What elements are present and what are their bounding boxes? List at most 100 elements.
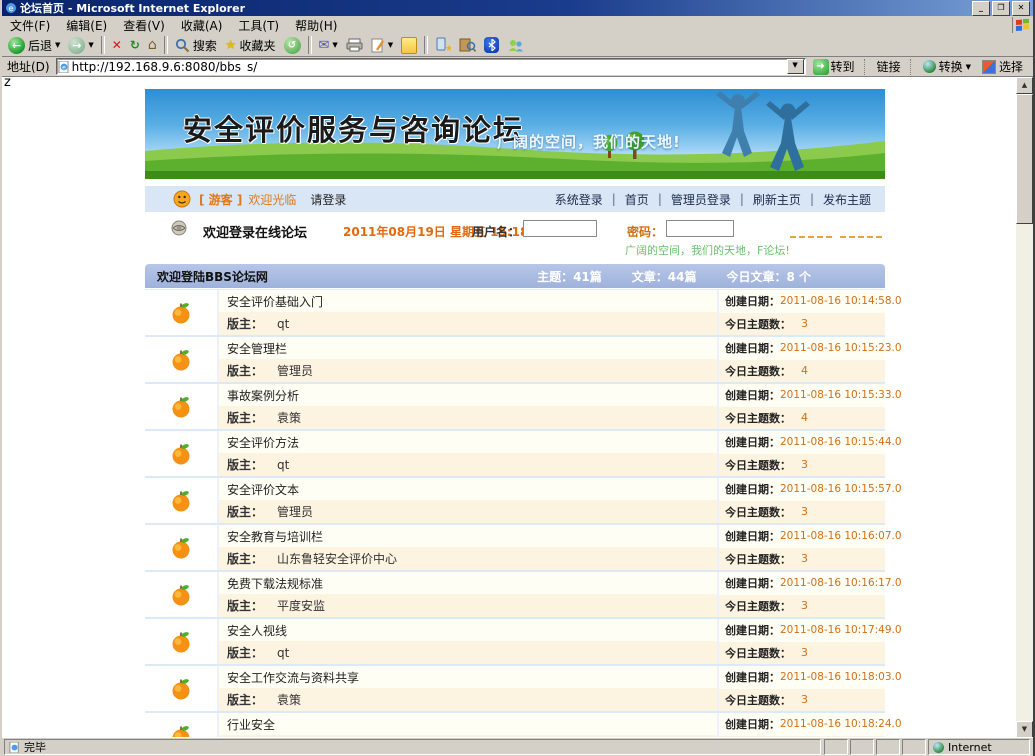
dashed-link[interactable]: [790, 226, 832, 238]
password-input[interactable]: [666, 220, 734, 237]
scrollbar-thumb[interactable]: [1016, 94, 1033, 224]
today-label: 今日主题数：: [725, 363, 791, 379]
board-meta: 创建日期： 2011-08-16 10:16:17.0 今日主题数： 3: [717, 572, 885, 617]
history-button[interactable]: ↺: [280, 35, 305, 55]
board-row: 安全工作交流与资料共享 版主： 袁策 创建日期： 2011-08-16 10:1…: [145, 666, 885, 713]
board-icon-cell: [145, 290, 219, 335]
board-title-link[interactable]: 安全评价方法: [227, 434, 299, 451]
board-title-link[interactable]: 安全人视线: [227, 622, 287, 639]
convert-button[interactable]: 转换 ▼: [919, 58, 975, 75]
today-label: 今日主题数：: [725, 598, 791, 614]
orange-fruit-icon: [170, 536, 192, 560]
minimize-button[interactable]: _: [972, 1, 990, 16]
favorites-button[interactable]: ★ 收藏夹: [221, 35, 280, 55]
forward-button[interactable]: → ▼: [64, 35, 97, 55]
research-button[interactable]: [455, 35, 480, 55]
links-grip[interactable]: [864, 59, 868, 75]
board-main: 安全教育与培训栏 版主： 山东鲁轻安全评价中心: [219, 525, 717, 570]
board-title-link[interactable]: 免费下载法规标准: [227, 575, 323, 592]
login-link[interactable]: 请登录: [310, 191, 346, 208]
scroll-down-icon[interactable]: ▼: [1016, 721, 1033, 738]
board-title-link[interactable]: 安全评价文本: [227, 481, 299, 498]
menu-favorites[interactable]: 收藏(A): [173, 16, 231, 35]
nav-link-admin-login[interactable]: 管理员登录: [671, 191, 731, 208]
mail-button[interactable]: ✉▼: [315, 35, 342, 55]
close-button[interactable]: ✕: [1012, 1, 1030, 16]
go-button[interactable]: ➜ 转到: [809, 58, 859, 75]
orange-fruit-icon: [170, 395, 192, 419]
home-icon: ⌂: [148, 37, 157, 53]
board-meta: 创建日期： 2011-08-16 10:18:03.0 今日主题数： 3: [717, 666, 885, 711]
board-title-line: 安全人视线: [219, 619, 717, 641]
username-input[interactable]: [523, 220, 597, 237]
jumping-people-icon: [710, 91, 815, 173]
marquee-links: [790, 226, 882, 238]
toolbar-separator: [308, 36, 312, 54]
today-line: 今日主题数： 3: [719, 642, 885, 665]
search-icon: [175, 38, 190, 53]
links-label[interactable]: 链接: [873, 58, 905, 75]
menu-edit[interactable]: 编辑(E): [58, 16, 115, 35]
convert-dropdown-icon[interactable]: ▼: [966, 63, 971, 71]
created-value: 2011-08-16 10:16:07.0: [780, 530, 902, 542]
back-dropdown-icon[interactable]: ▼: [55, 41, 60, 49]
back-button[interactable]: ← 后退 ▼: [4, 35, 64, 55]
today-line: 今日主题数： 3: [719, 689, 885, 712]
created-label: 创建日期：: [725, 434, 780, 450]
dashed-link[interactable]: [840, 226, 882, 238]
moderator-label: 版主：: [227, 503, 263, 520]
board-title-link[interactable]: 安全工作交流与资料共享: [227, 669, 359, 686]
nav-link-home[interactable]: 首页: [625, 191, 649, 208]
created-value: 2011-08-16 10:18:24.0: [780, 718, 902, 730]
board-title-line: 安全评价文本: [219, 478, 717, 500]
address-input[interactable]: [70, 60, 787, 73]
status-ie-icon: [9, 742, 20, 753]
board-meta: 创建日期： 2011-08-16 10:17:49.0 今日主题数： 3: [717, 619, 885, 664]
address-dropdown-icon[interactable]: ▼: [787, 59, 804, 74]
refresh-button[interactable]: ↻: [126, 35, 144, 55]
board-moderator-line: 版主： 袁策: [219, 688, 717, 711]
restore-button[interactable]: ❐: [992, 1, 1010, 16]
created-line: 创建日期： 2011-08-16 10:15:57.0: [719, 478, 885, 501]
today-line: 今日主题数： 4: [719, 360, 885, 383]
created-value: 2011-08-16 10:15:33.0: [780, 389, 902, 401]
messenger-button[interactable]: [503, 35, 528, 55]
menu-tools[interactable]: 工具(T): [230, 16, 287, 35]
orange-fruit-icon: [170, 348, 192, 372]
board-meta: 创建日期： 2011-08-16 10:14:58.0 今日主题数： 3: [717, 290, 885, 335]
vertical-scrollbar[interactable]: ▲ ▼: [1016, 77, 1033, 738]
status-cell: [824, 739, 848, 755]
home-button[interactable]: ⌂: [144, 35, 161, 55]
forward-dropdown-icon[interactable]: ▼: [88, 41, 93, 49]
print-button[interactable]: [342, 35, 367, 55]
board-title-link[interactable]: 安全评价基础入门: [227, 293, 323, 310]
menu-view[interactable]: 查看(V): [115, 16, 173, 35]
edit-button[interactable]: ▼: [367, 35, 397, 55]
stop-button[interactable]: ✕: [108, 35, 126, 55]
extension-grip[interactable]: [910, 59, 914, 75]
board-row: 安全评价文本 版主： 管理员 创建日期： 2011-08-16 10:15:57…: [145, 478, 885, 525]
bluetooth-button[interactable]: [480, 35, 503, 55]
created-line: 创建日期： 2011-08-16 10:18:03.0: [719, 666, 885, 689]
moderator-label: 版主：: [227, 362, 263, 379]
nav-link-system-login[interactable]: 系统登录: [555, 191, 603, 208]
orange-fruit-icon: [170, 724, 192, 739]
nav-link-post-topic[interactable]: 发布主题: [823, 191, 871, 208]
select-button[interactable]: 选择: [978, 58, 1031, 75]
board-title-link[interactable]: 安全教育与培训栏: [227, 528, 323, 545]
board-title-link[interactable]: 安全管理栏: [227, 340, 287, 357]
messenger-favorites-button[interactable]: ★: [431, 35, 455, 55]
board-icon-cell: [145, 619, 219, 664]
created-line: 创建日期： 2011-08-16 10:18:24.0: [719, 713, 885, 736]
board-row: 安全评价基础入门 版主： qt 创建日期： 2011-08-16 10:14:5…: [145, 290, 885, 337]
menu-file[interactable]: 文件(F): [2, 16, 58, 35]
board-title-link[interactable]: 事故案例分析: [227, 387, 299, 404]
section-header: 欢迎登陆BBS论坛网 主题：41篇 文章：44篇 今日文章：8 个: [145, 264, 885, 288]
today-line: 今日主题数： 3: [719, 313, 885, 336]
discuss-button[interactable]: [397, 35, 421, 55]
scroll-up-icon[interactable]: ▲: [1016, 77, 1033, 94]
nav-link-refresh[interactable]: 刷新主页: [753, 191, 801, 208]
menu-help[interactable]: 帮助(H): [287, 16, 345, 35]
search-button[interactable]: 搜索: [171, 35, 221, 55]
board-title-link[interactable]: 行业安全: [227, 716, 275, 733]
